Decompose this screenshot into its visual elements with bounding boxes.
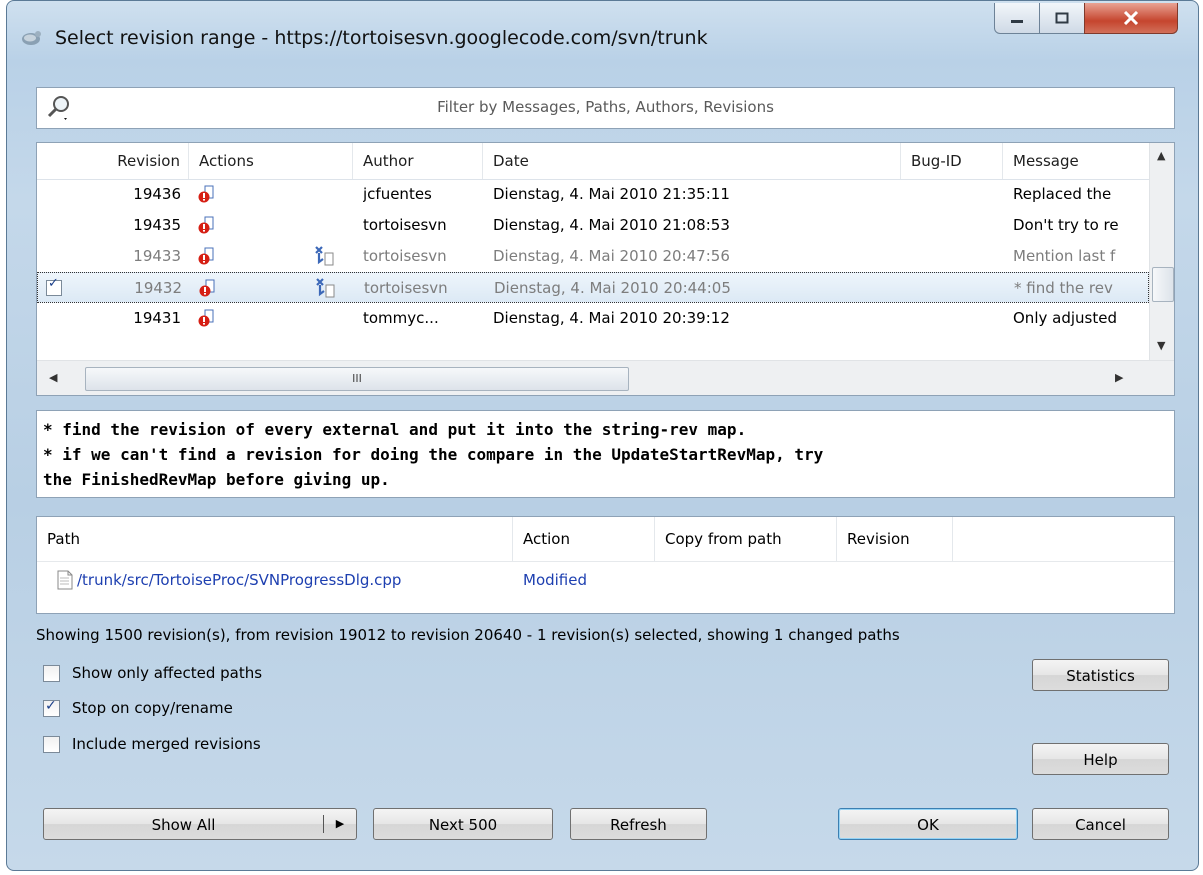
- tortoisesvn-app-icon: [22, 31, 41, 45]
- scroll-down-arrow-icon[interactable]: ▼: [1157, 339, 1165, 352]
- dropdown-arrow-icon[interactable]: ▶: [324, 809, 356, 839]
- changed-paths-list[interactable]: Path Action Copy from path Revision /tru…: [36, 516, 1175, 614]
- revision-row[interactable]: 19433 tortoisesvn Dienstag, 4. Mai 2010 20…: [37, 241, 1149, 272]
- show-all-split-button[interactable]: Show All ▶: [43, 808, 357, 840]
- revision-date: Dienstag, 4. Mai 2010 20:39:12: [493, 309, 730, 327]
- checkbox-box[interactable]: ✓: [43, 697, 60, 717]
- window-title: Select revision range - https://tortoise…: [55, 27, 708, 49]
- modified-action-icon: [198, 247, 214, 265]
- revision-row[interactable]: 19431 tommyc... Dienstag, 4. Mai 2010 20:3…: [37, 303, 1149, 334]
- modified-action-icon: [198, 309, 214, 327]
- revision-date: Dienstag, 4. Mai 2010 21:35:11: [493, 185, 730, 203]
- revision-number: 19435: [133, 216, 181, 234]
- horizontal-scrollbar[interactable]: ◀ III ▶: [37, 360, 1174, 395]
- file-icon: [57, 570, 73, 590]
- column-message[interactable]: Message: [1003, 143, 1149, 179]
- revision-author: tortoisesvn: [364, 279, 448, 297]
- close-button[interactable]: [1084, 3, 1178, 34]
- revision-message: Only adjusted: [1013, 309, 1117, 327]
- revision-author: tommyc...: [363, 309, 439, 327]
- checkbox-box[interactable]: [43, 664, 60, 682]
- changed-path-action: Modified: [523, 571, 588, 589]
- next-500-button[interactable]: Next 500: [373, 808, 553, 840]
- show-all-label: Show All: [151, 816, 216, 834]
- help-button[interactable]: Help: [1032, 743, 1169, 775]
- revision-date: Dienstag, 4. Mai 2010 21:08:53: [493, 216, 730, 234]
- title-bar[interactable]: Select revision range - https://tortoise…: [7, 1, 1198, 79]
- revision-list-header: Revision Actions Author Date Bug-ID Mess…: [37, 143, 1149, 180]
- revision-number: 19433: [133, 247, 181, 265]
- include-merged-checkbox[interactable]: Include merged revisions: [43, 735, 261, 753]
- scroll-right-arrow-icon[interactable]: ▶: [1115, 371, 1123, 384]
- stop-on-copy-checkbox[interactable]: ✓ Stop on copy/rename: [43, 697, 233, 717]
- statistics-button[interactable]: Statistics: [1032, 659, 1169, 691]
- revision-author: tortoisesvn: [363, 216, 447, 234]
- revision-number: 19432: [134, 279, 182, 297]
- close-icon: [1085, 3, 1177, 33]
- revision-date: Dienstag, 4. Mai 2010 20:47:56: [493, 247, 730, 265]
- filter-box[interactable]: Filter by Messages, Paths, Authors, Revi…: [36, 87, 1175, 129]
- cancel-button[interactable]: Cancel: [1032, 808, 1169, 840]
- copy-branch-icon: [315, 246, 334, 266]
- show-only-affected-checkbox[interactable]: Show only affected paths: [43, 664, 262, 682]
- column-copy-from-path[interactable]: Copy from path: [655, 517, 837, 561]
- filter-placeholder: Filter by Messages, Paths, Authors, Revi…: [437, 98, 774, 116]
- modified-action-icon: [199, 279, 215, 297]
- log-message-box[interactable]: * find the revision of every external an…: [36, 410, 1175, 498]
- message-line: * find the revision of every external an…: [43, 420, 747, 439]
- column-date[interactable]: Date: [483, 143, 901, 179]
- revision-date: Dienstag, 4. Mai 2010 20:44:05: [494, 279, 731, 297]
- column-actions[interactable]: Actions: [189, 143, 353, 179]
- revision-row[interactable]: 19436 jcfuentes Dienstag, 4. Mai 2010 21:3…: [37, 179, 1149, 210]
- revision-message: Mention last f: [1013, 247, 1116, 265]
- column-path[interactable]: Path: [37, 517, 513, 561]
- ok-button[interactable]: OK: [838, 808, 1018, 840]
- column-action[interactable]: Action: [513, 517, 655, 561]
- revision-row[interactable]: 19435 tortoisesvn Dienstag, 4. Mai 2010 21…: [37, 210, 1149, 241]
- minimize-button[interactable]: [994, 3, 1040, 34]
- scroll-up-arrow-icon[interactable]: ▲: [1157, 149, 1165, 162]
- scroll-left-arrow-icon[interactable]: ◀: [49, 371, 57, 384]
- column-bug-id[interactable]: Bug-ID: [901, 143, 1003, 179]
- minimize-icon: [995, 3, 1039, 33]
- checkbox-label: Stop on copy/rename: [72, 699, 233, 717]
- maximize-icon: [1040, 3, 1084, 33]
- revision-author: tortoisesvn: [363, 247, 447, 265]
- changed-paths-header: Path Action Copy from path Revision: [37, 517, 1174, 562]
- column-revision[interactable]: Revision: [37, 143, 189, 179]
- horizontal-scroll-thumb[interactable]: III: [85, 367, 629, 391]
- revision-author: jcfuentes: [363, 185, 432, 203]
- maximize-button[interactable]: [1039, 3, 1085, 34]
- vertical-scroll-thumb[interactable]: [1152, 267, 1174, 302]
- revision-row[interactable]: ✓ 19432 tortoisesvn Dienstag, 4. Mai 2010 2…: [37, 272, 1149, 303]
- message-line: * if we can't find a revision for doing …: [43, 445, 824, 464]
- modified-action-icon: [198, 216, 214, 234]
- copy-branch-icon: [316, 278, 335, 298]
- status-text: Showing 1500 revision(s), from revision …: [36, 626, 900, 644]
- message-line: the FinishedRevMap before giving up.: [43, 470, 390, 489]
- column-path-revision[interactable]: Revision: [837, 517, 953, 561]
- modified-action-icon: [198, 185, 214, 203]
- revision-message: Don't try to re: [1013, 216, 1119, 234]
- revision-message: * find the rev: [1014, 279, 1113, 297]
- checkbox-label: Include merged revisions: [72, 735, 261, 753]
- revision-list[interactable]: Revision Actions Author Date Bug-ID Mess…: [36, 142, 1175, 396]
- revision-number: 19431: [133, 309, 181, 327]
- refresh-button[interactable]: Refresh: [570, 808, 707, 840]
- revision-number: 19436: [133, 185, 181, 203]
- vertical-scrollbar[interactable]: ▲ ▼: [1149, 143, 1174, 361]
- column-author[interactable]: Author: [353, 143, 483, 179]
- changed-path-row[interactable]: /trunk/src/TortoiseProc/SVNProgressDlg.c…: [37, 561, 1174, 599]
- checkbox-box[interactable]: [43, 735, 60, 753]
- checkmark-icon: ✓: [45, 697, 57, 714]
- checkbox-label: Show only affected paths: [72, 664, 263, 682]
- changed-path: /trunk/src/TortoiseProc/SVNProgressDlg.c…: [77, 571, 402, 589]
- revision-message: Replaced the: [1013, 185, 1112, 203]
